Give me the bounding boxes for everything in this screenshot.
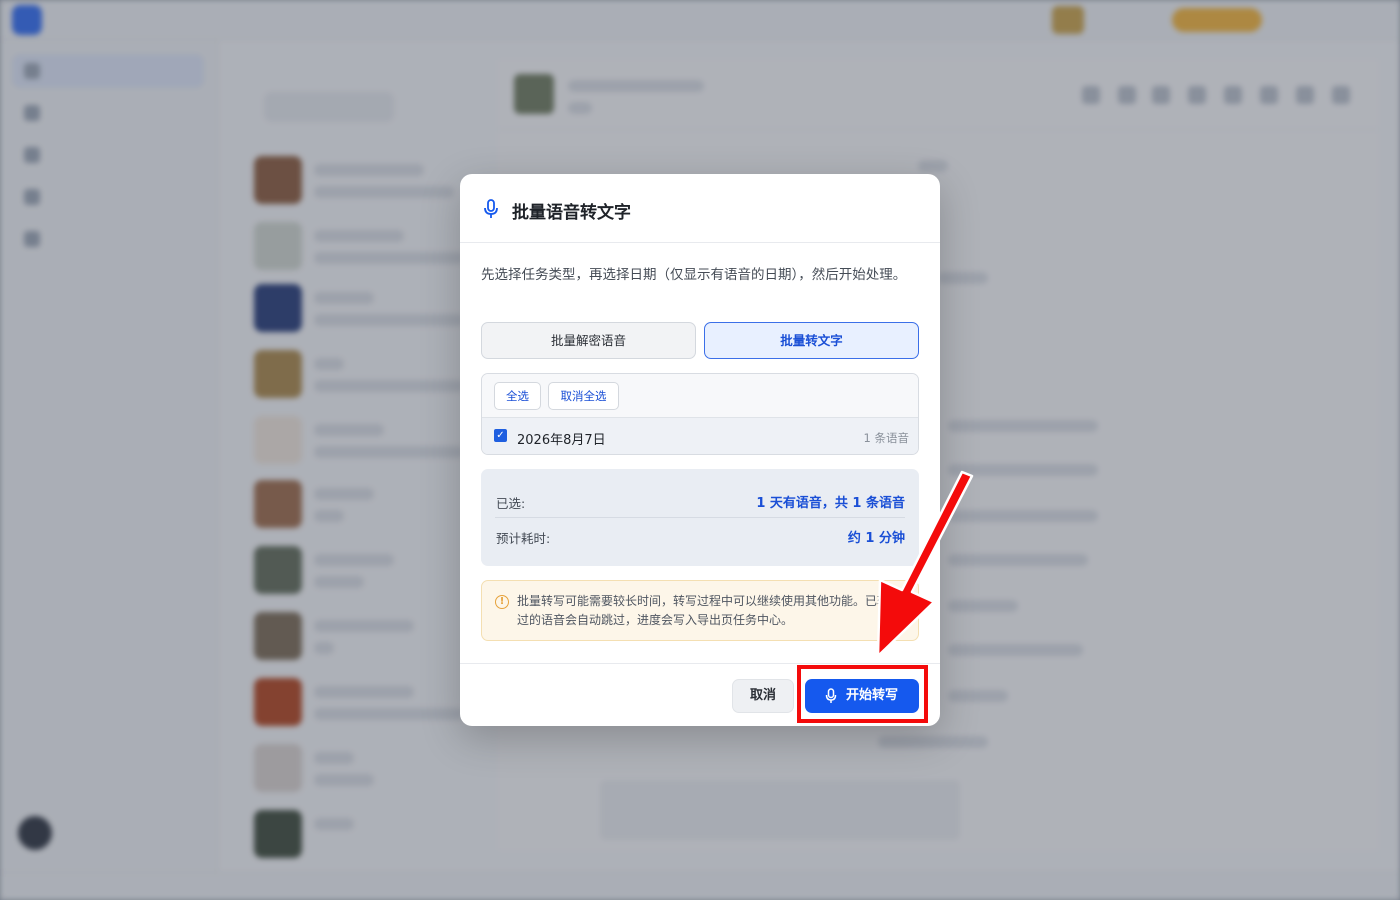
time-label: 预计耗时: <box>496 531 551 546</box>
checkbox-checked-icon[interactable]: ✓ <box>494 429 507 442</box>
date-row[interactable]: ✓ 2026年8月7日 1 条语音 <box>482 418 918 454</box>
microphone-icon <box>825 688 837 703</box>
batch-decrypt-button[interactable]: 批量解密语音 <box>481 322 696 359</box>
warning-notice: ! 批量转写可能需要较长时间，转写过程中可以继续使用其他功能。已转写过的语音会自… <box>481 580 919 641</box>
date-toolbar: 全选 取消全选 <box>482 374 918 418</box>
dialog-header: 批量语音转文字 <box>460 174 940 243</box>
warning-text: 批量转写可能需要较长时间，转写过程中可以继续使用其他功能。已转写过的语音会自动跳… <box>517 594 902 627</box>
cancel-button[interactable]: 取消 <box>732 679 794 713</box>
select-all-button[interactable]: 全选 <box>494 382 541 410</box>
dialog-description: 先选择任务类型，再选择日期（仅显示有语音的日期），然后开始处理。 <box>481 267 907 283</box>
dialog-title: 批量语音转文字 <box>512 203 631 223</box>
microphone-icon <box>484 199 498 218</box>
time-value: 约 1 分钟 <box>847 531 905 546</box>
batch-transcribe-dialog: 批量语音转文字 先选择任务类型，再选择日期（仅显示有语音的日期），然后开始处理。… <box>460 174 940 726</box>
date-label: 2026年8月7日 <box>517 433 606 448</box>
info-warning-icon: ! <box>495 595 509 609</box>
deselect-all-button[interactable]: 取消全选 <box>548 382 619 410</box>
summary-divider <box>495 517 905 518</box>
start-transcribe-button[interactable]: 开始转写 <box>805 679 919 713</box>
date-selector: 全选 取消全选 ✓ 2026年8月7日 1 条语音 <box>481 373 919 455</box>
start-transcribe-label: 开始转写 <box>846 688 899 703</box>
selected-value: 1 天有语音，共 1 条语音 <box>756 496 905 511</box>
selected-label: 已选: <box>496 496 526 511</box>
dialog-footer: 取消 开始转写 <box>460 663 940 726</box>
voice-count: 1 条语音 <box>863 431 909 445</box>
batch-transcribe-button[interactable]: 批量转文字 <box>704 322 919 359</box>
selection-summary: 已选: 1 天有语音，共 1 条语音 预计耗时: 约 1 分钟 <box>481 469 919 566</box>
